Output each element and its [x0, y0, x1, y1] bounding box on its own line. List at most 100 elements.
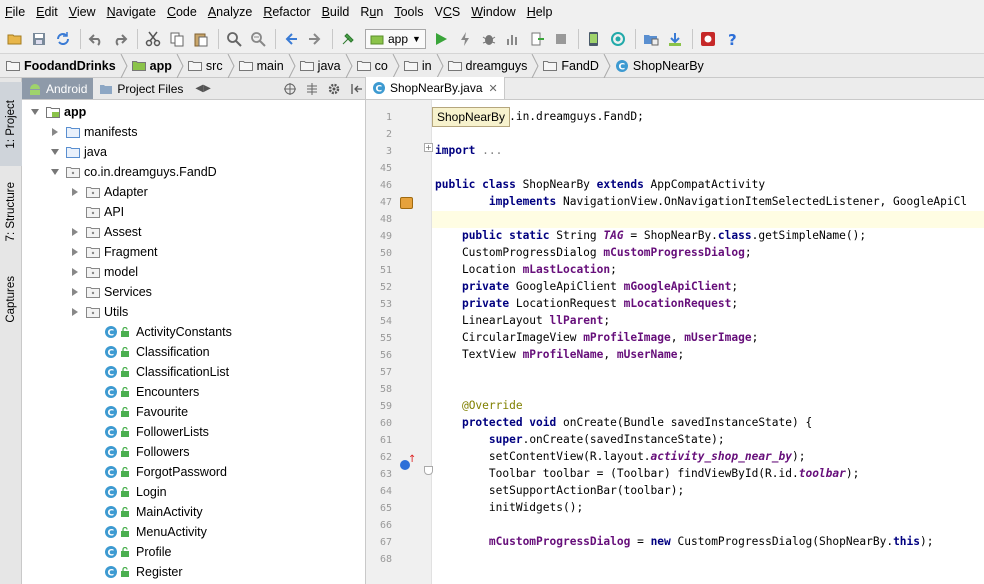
tree-item-api[interactable]: API — [70, 202, 124, 222]
menu-file[interactable]: File — [0, 5, 31, 19]
code-token: , — [670, 331, 685, 344]
tree-item-forgotpassword[interactable]: C ForgotPassword — [104, 462, 227, 482]
menu-build[interactable]: Build — [317, 5, 356, 19]
tree-item-menuactivity[interactable]: C MenuActivity — [104, 522, 207, 542]
hide-panel-icon[interactable] — [347, 80, 365, 98]
editor-tab-shopnearby[interactable]: C ShopNearBy.java ✕ — [366, 77, 505, 99]
tree-item-followerlists[interactable]: C FollowerLists — [104, 422, 209, 442]
tree-item-model[interactable]: model — [70, 262, 138, 282]
tree-item-classificationlist[interactable]: C ClassificationList — [104, 362, 229, 382]
stop-icon[interactable] — [550, 28, 572, 50]
help-icon[interactable]: ? — [721, 28, 743, 50]
close-tab-icon[interactable]: ✕ — [489, 82, 498, 95]
tree-item-assest[interactable]: Assest — [70, 222, 142, 242]
collapsed-arrow-icon[interactable] — [50, 127, 60, 137]
tree-item-activityconstants[interactable]: C ActivityConstants — [104, 322, 232, 342]
attach-debugger-icon[interactable] — [526, 28, 548, 50]
project-structure-icon[interactable] — [640, 28, 662, 50]
menu-refactor[interactable]: Refactor — [258, 5, 316, 19]
make-project-icon[interactable] — [337, 28, 359, 50]
collapsed-arrow-icon[interactable] — [70, 307, 80, 317]
tree-item-login[interactable]: C Login — [104, 482, 167, 502]
tree-item-favourite[interactable]: C Favourite — [104, 402, 188, 422]
tree-item-app[interactable]: app — [30, 102, 86, 122]
menu-tools[interactable]: Tools — [389, 5, 429, 19]
apply-changes-icon[interactable] — [454, 28, 476, 50]
profile-icon[interactable] — [502, 28, 524, 50]
empty-arrow-icon[interactable] — [70, 207, 80, 217]
menu-edit[interactable]: Edit — [31, 5, 64, 19]
sync-gradle-icon[interactable] — [607, 28, 629, 50]
android-device-monitor-icon[interactable] — [697, 28, 719, 50]
collapsed-arrow-icon[interactable] — [70, 247, 80, 257]
side-tab-project[interactable]: 1: Project — [0, 82, 22, 166]
copy-icon[interactable] — [166, 28, 188, 50]
expanded-arrow-icon[interactable] — [50, 167, 60, 177]
tree-item-co-in-dreamguys-fandd[interactable]: co.in.dreamguys.FandD — [50, 162, 217, 182]
collapsed-arrow-icon[interactable] — [70, 187, 80, 197]
gear-icon[interactable] — [325, 80, 343, 98]
menu-navigate[interactable]: Navigate — [102, 5, 162, 19]
code-area[interactable]: package co.in.dreamguys.FandD;import ...… — [432, 100, 984, 584]
menu-window[interactable]: Window — [466, 5, 521, 19]
cut-icon[interactable] — [142, 28, 164, 50]
paste-icon[interactable] — [190, 28, 212, 50]
find-icon[interactable] — [223, 28, 245, 50]
back-icon[interactable] — [280, 28, 302, 50]
breadcrumb-item[interactable]: dreamguys — [447, 53, 544, 78]
implementation-marker-icon[interactable] — [400, 197, 413, 209]
tree-item-manifests[interactable]: manifests — [50, 122, 138, 142]
tree-item-utils[interactable]: Utils — [70, 302, 128, 322]
collapse-all-icon[interactable] — [303, 80, 321, 98]
project-view-files-tab[interactable]: Project Files — [93, 78, 189, 99]
tree-item-followers[interactable]: C Followers — [104, 442, 190, 462]
expanded-arrow-icon[interactable] — [50, 147, 60, 157]
scroll-from-source-icon[interactable] — [281, 80, 299, 98]
menu-run[interactable]: Run — [355, 5, 389, 19]
open-folder-icon[interactable] — [4, 28, 26, 50]
side-tab-structure[interactable]: 7: Structure — [0, 168, 22, 256]
breadcrumb-item[interactable]: co — [356, 53, 404, 78]
project-view-android-tab[interactable]: Android — [22, 78, 94, 99]
collapsed-arrow-icon[interactable] — [70, 267, 80, 277]
tree-item-mainactivity[interactable]: C MainActivity — [104, 502, 203, 522]
tree-item-profile[interactable]: C Profile — [104, 542, 171, 562]
side-tab-captures[interactable]: Captures — [0, 264, 22, 334]
tree-item-register[interactable]: C Register — [104, 562, 183, 582]
tree-item-services[interactable]: Services — [70, 282, 152, 302]
menu-code[interactable]: Code — [162, 5, 203, 19]
redo-icon[interactable] — [109, 28, 131, 50]
menu-help[interactable]: Help — [522, 5, 559, 19]
debug-icon[interactable] — [478, 28, 500, 50]
collapsed-arrow-icon[interactable] — [70, 227, 80, 237]
sync-icon[interactable] — [52, 28, 74, 50]
expanded-arrow-icon[interactable] — [30, 107, 40, 117]
tree-item-adapter[interactable]: Adapter — [70, 182, 148, 202]
breadcrumb-item[interactable]: in — [403, 53, 448, 78]
breadcrumb-item[interactable]: C ShopNearBy — [615, 54, 708, 78]
replace-icon[interactable] — [247, 28, 269, 50]
breadcrumb-item[interactable]: main — [238, 53, 300, 78]
collapsed-arrow-icon[interactable] — [70, 287, 80, 297]
run-icon[interactable] — [430, 28, 452, 50]
breadcrumb-item[interactable]: java — [299, 53, 357, 78]
tree-item-classification[interactable]: C Classification — [104, 342, 210, 362]
save-all-icon[interactable] — [28, 28, 50, 50]
tree-item-java[interactable]: java — [50, 142, 107, 162]
avd-manager-icon[interactable] — [583, 28, 605, 50]
forward-icon[interactable] — [304, 28, 326, 50]
run-config-select[interactable]: app ▼ — [365, 28, 426, 49]
breadcrumb-item[interactable]: FandD — [543, 53, 615, 78]
breadcrumb-item[interactable]: src — [187, 53, 239, 78]
sdk-manager-icon[interactable] — [664, 28, 686, 50]
menu-view[interactable]: View — [64, 5, 102, 19]
tree-item-fragment[interactable]: Fragment — [70, 242, 158, 262]
menu-analyze[interactable]: Analyze — [203, 5, 258, 19]
menu-vcs[interactable]: VCS — [430, 5, 467, 19]
view-switch-arrows-icon[interactable]: ◀▶ — [195, 83, 210, 94]
undo-icon[interactable] — [85, 28, 107, 50]
breadcrumb-item[interactable]: app — [131, 53, 188, 78]
tree-item-encounters[interactable]: C Encounters — [104, 382, 199, 402]
breadcrumb-item[interactable]: FoodandDrinks — [6, 53, 132, 78]
